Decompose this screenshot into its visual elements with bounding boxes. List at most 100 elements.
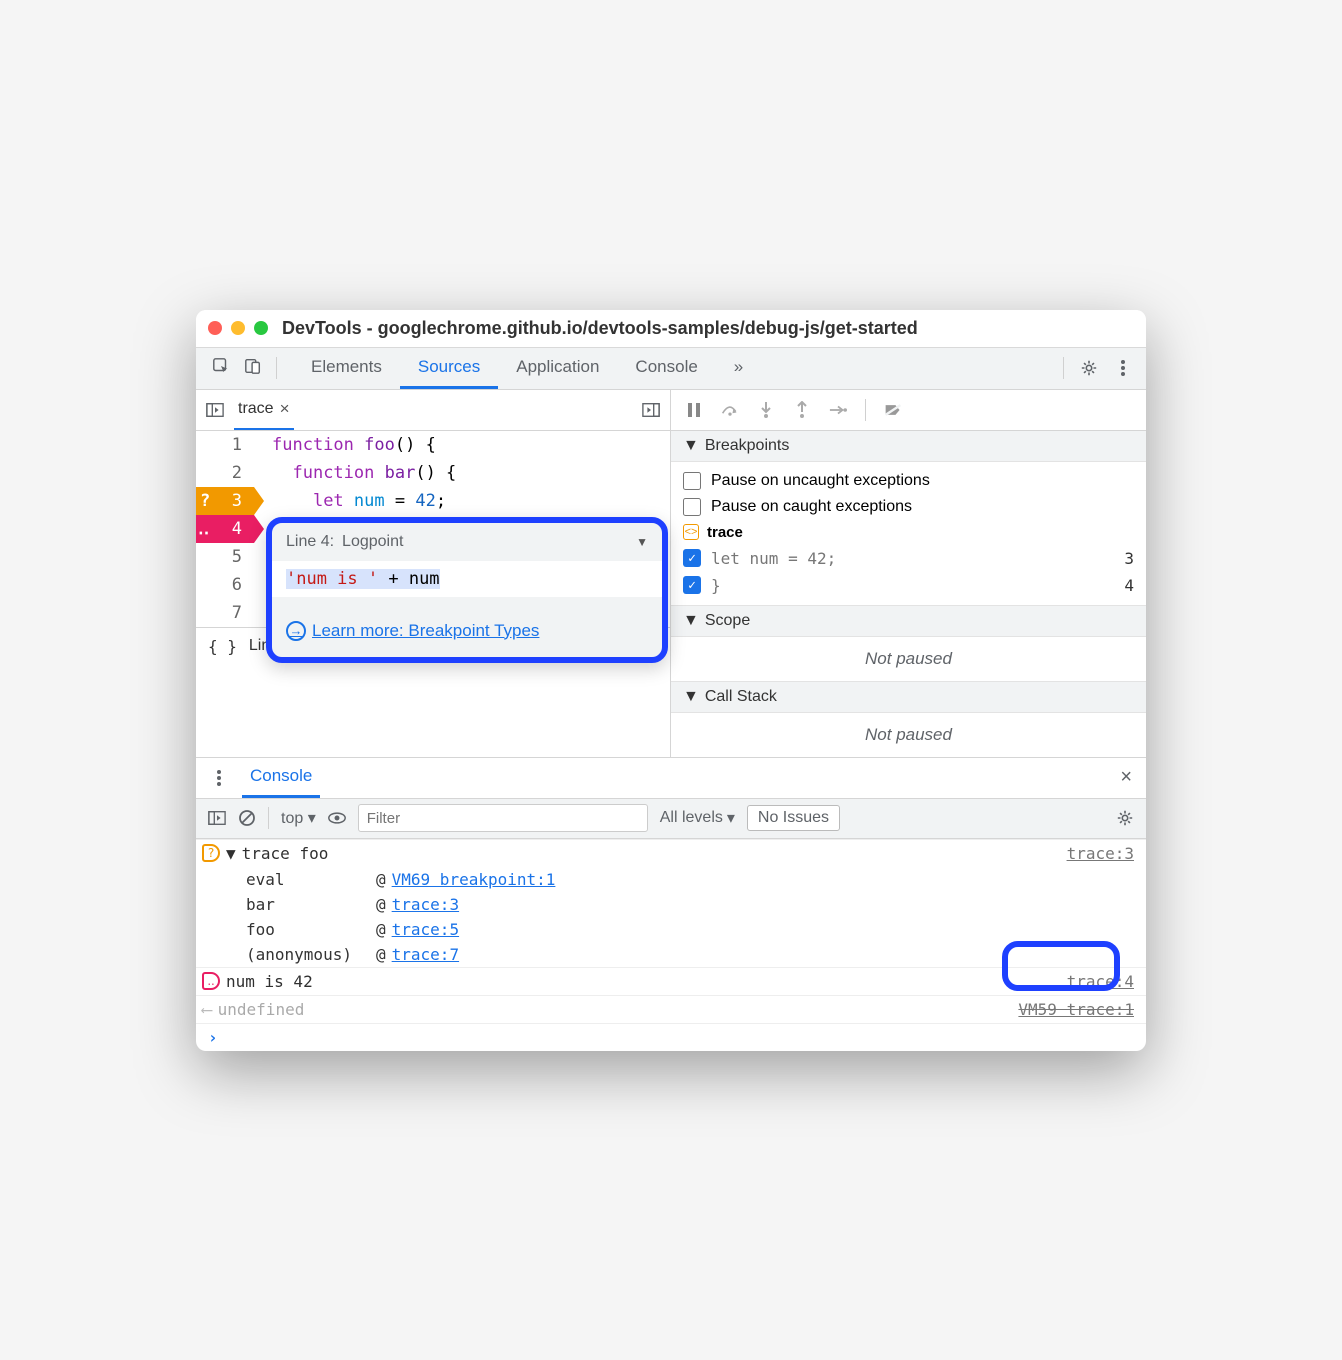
checkbox[interactable]: [683, 498, 701, 516]
chevron-down-icon: ▼: [683, 612, 699, 630]
scope-not-paused: Not paused: [671, 637, 1146, 681]
pause-uncaught-checkbox[interactable]: Pause on uncaught exceptions: [683, 468, 1134, 494]
scope-section-header[interactable]: ▼ Scope: [671, 605, 1146, 637]
gear-icon[interactable]: [1080, 359, 1098, 377]
checkbox[interactable]: [683, 472, 701, 490]
console-prompt[interactable]: ›: [196, 1023, 1146, 1051]
console-log-row[interactable]: ‥ num is 42 trace:4: [196, 967, 1146, 995]
breakpoint-entry[interactable]: ✓ } 4: [683, 572, 1134, 599]
close-drawer-icon[interactable]: ×: [1120, 766, 1132, 789]
editor-pane: 1 2 3 4 5 6 7 function foo() { function …: [196, 431, 671, 757]
logpoint-expression-input[interactable]: 'num is ' + num: [272, 561, 662, 597]
breakpoint-checkbox[interactable]: ✓: [683, 576, 701, 594]
source-link[interactable]: trace:7: [392, 945, 459, 964]
close-window-button[interactable]: [208, 321, 222, 335]
tab-sources[interactable]: Sources: [400, 348, 498, 389]
logpoint-marker[interactable]: 4: [196, 515, 254, 543]
divider: [1063, 357, 1064, 379]
gear-icon[interactable]: [1116, 809, 1134, 827]
console-trace-row[interactable]: ? ▼ trace foo trace:3: [196, 839, 1146, 867]
stack-frame[interactable]: foo@trace:5: [246, 917, 1146, 942]
devtools-window: DevTools - googlechrome.github.io/devtoo…: [196, 310, 1146, 1051]
stack-frame[interactable]: eval@VM69 breakpoint:1: [246, 867, 1146, 892]
source-link[interactable]: trace:5: [392, 920, 459, 939]
callstack-section-header[interactable]: ▼ Call Stack: [671, 681, 1146, 713]
return-value: undefined: [218, 1000, 305, 1019]
logpoint-popup: Line 4: Logpoint ▼ 'num is ' + num → Lea…: [266, 517, 668, 663]
chevron-down-icon: ▼: [636, 535, 648, 549]
titlebar: DevTools - googlechrome.github.io/devtoo…: [196, 310, 1146, 348]
chevron-down-icon: ▼: [683, 688, 699, 706]
issues-button[interactable]: No Issues: [747, 805, 840, 831]
stack-frame[interactable]: (anonymous)@trace:7: [246, 942, 1146, 967]
close-icon[interactable]: ×: [280, 399, 290, 419]
logpoint-marker-icon: ‥: [202, 972, 220, 990]
toggle-sidebar-icon[interactable]: [208, 809, 226, 827]
live-expression-icon[interactable]: [328, 809, 346, 827]
line-number[interactable]: 5: [196, 543, 254, 571]
prompt-caret-icon: ›: [202, 1028, 218, 1047]
source-link[interactable]: trace:3: [1067, 844, 1134, 863]
stack-trace: eval@VM69 breakpoint:1 bar@trace:3 foo@t…: [196, 867, 1146, 967]
kebab-menu-icon[interactable]: [210, 769, 228, 787]
console-toolbar: top ▾ All levels ▾ No Issues: [196, 799, 1146, 839]
deactivate-breakpoints-icon[interactable]: [884, 401, 902, 419]
show-navigator-icon[interactable]: [206, 401, 224, 419]
file-badge-icon: <>: [683, 524, 699, 540]
clear-console-icon[interactable]: [238, 809, 256, 827]
divider: [276, 357, 277, 379]
tabs-overflow[interactable]: »: [716, 348, 761, 389]
step-out-icon[interactable]: [793, 401, 811, 419]
step-over-icon[interactable]: [721, 401, 739, 419]
context-select[interactable]: top ▾: [281, 808, 316, 828]
pause-caught-checkbox[interactable]: Pause on caught exceptions: [683, 494, 1134, 520]
sources-toolbar: trace ×: [196, 390, 1146, 431]
step-icon[interactable]: [829, 401, 847, 419]
line-gutter[interactable]: 1 2 3 4 5 6 7: [196, 431, 254, 627]
learn-more-text: Learn more: Breakpoint Types: [312, 621, 539, 641]
debug-pane: ▼ Breakpoints Pause on uncaught exceptio…: [671, 431, 1146, 757]
console-body: ? ▼ trace foo trace:3 eval@VM69 breakpoi…: [196, 839, 1146, 1051]
source-link[interactable]: trace:3: [392, 895, 459, 914]
format-icon[interactable]: { }: [208, 637, 237, 656]
log-levels-select[interactable]: All levels ▾: [660, 808, 735, 828]
line-number[interactable]: 6: [196, 571, 254, 599]
minimize-window-button[interactable]: [231, 321, 245, 335]
file-tab-trace[interactable]: trace ×: [234, 390, 294, 430]
breakpoint-file[interactable]: <> trace: [683, 520, 1134, 545]
pause-icon[interactable]: [685, 401, 703, 419]
show-debugger-icon[interactable]: [642, 401, 660, 419]
breakpoint-entry[interactable]: ✓ let num = 42; 3: [683, 545, 1134, 572]
expand-icon[interactable]: ▼: [226, 844, 236, 863]
inspect-icon[interactable]: [212, 357, 230, 375]
breakpoints-section-header[interactable]: ▼ Breakpoints: [671, 431, 1146, 462]
learn-more-link[interactable]: → Learn more: Breakpoint Types: [286, 621, 539, 641]
tab-application[interactable]: Application: [498, 348, 617, 389]
maximize-window-button[interactable]: [254, 321, 268, 335]
source-link[interactable]: VM59 trace:1: [1018, 1000, 1134, 1019]
stack-frame[interactable]: bar@trace:3: [246, 892, 1146, 917]
chevron-down-icon: ▼: [683, 437, 699, 455]
main-split: 1 2 3 4 5 6 7 function foo() { function …: [196, 431, 1146, 757]
step-into-icon[interactable]: [757, 401, 775, 419]
breakpoint-type-select[interactable]: Logpoint ▼: [342, 533, 648, 551]
drawer-tab-console[interactable]: Console: [242, 758, 320, 798]
console-drawer-header: Console ×: [196, 757, 1146, 799]
line-number[interactable]: 2: [196, 459, 254, 487]
trace-label: trace foo: [242, 844, 329, 863]
kebab-menu-icon[interactable]: [1114, 359, 1132, 377]
filter-input[interactable]: [358, 804, 648, 832]
source-link[interactable]: VM69 breakpoint:1: [392, 870, 556, 889]
callstack-not-paused: Not paused: [671, 713, 1146, 757]
conditional-breakpoint-marker[interactable]: 3: [196, 487, 254, 515]
tab-console[interactable]: Console: [617, 348, 715, 389]
tab-elements[interactable]: Elements: [293, 348, 400, 389]
breakpoint-checkbox[interactable]: ✓: [683, 549, 701, 567]
source-link[interactable]: trace:4: [1067, 972, 1134, 991]
line-number[interactable]: 1: [196, 431, 254, 459]
device-toolbar-icon[interactable]: [244, 357, 262, 375]
popup-line-label: Line 4:: [286, 533, 334, 551]
file-tab-label: trace: [238, 400, 274, 418]
line-number[interactable]: 7: [196, 599, 254, 627]
arrow-circle-icon: →: [286, 621, 306, 641]
